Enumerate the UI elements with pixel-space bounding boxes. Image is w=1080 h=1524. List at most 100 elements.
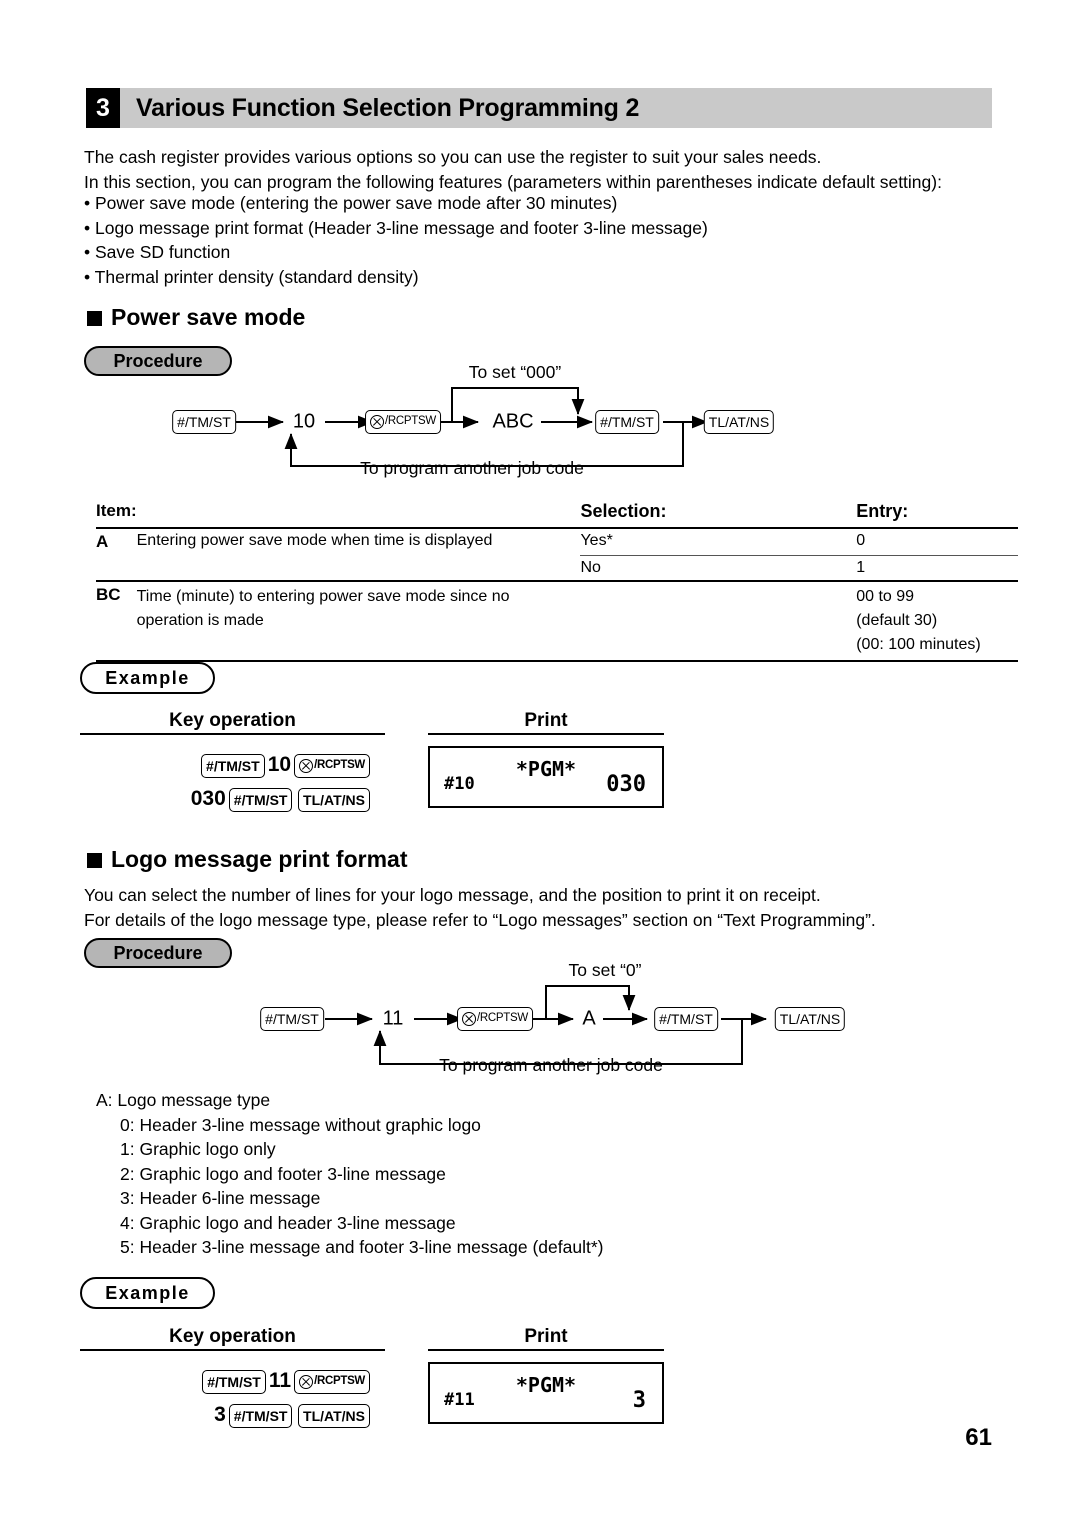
cell-item-blank — [96, 555, 137, 581]
cell-desc-bc: Time (minute) to entering power save mod… — [136, 587, 510, 629]
keycap-rcptsw: /RCPTSW — [365, 410, 441, 434]
key-number: 10 — [267, 753, 292, 776]
keycap-tmst: #/TM/ST — [201, 753, 265, 778]
keycap-tmst: #/TM/ST — [654, 1007, 718, 1031]
table-header-row: Item: Selection: Entry: — [96, 498, 1018, 528]
key-number: 030 — [190, 787, 226, 810]
example-badge-logo-message: Example — [80, 1277, 215, 1309]
flow-key-tlatns-2: TL/AT/NS — [774, 1007, 846, 1031]
flow-key-tmst-1: #/TM/ST — [172, 410, 236, 434]
key-operation-sequence-1: #/TM/ST 10/RCPTSW 030 #/TM/ST TL/AT/NS — [80, 748, 370, 816]
receipt-job-code: #11 — [444, 1390, 475, 1410]
cell-desc-blank — [137, 555, 581, 581]
logo-message-type-list: A: Logo message type 0: Header 3-line me… — [96, 1088, 603, 1260]
keycap-rcptsw-label: /RCPTSW — [385, 415, 436, 428]
rule-key-operation-1 — [80, 733, 385, 735]
cell-selection-yes: Yes* — [580, 528, 857, 556]
document-page: 3 Various Function Selection Programming… — [0, 0, 1080, 1524]
rule-print-1 — [428, 733, 664, 735]
keycap-rcptsw-label: /RCPTSW — [314, 758, 365, 771]
key-operation-sequence-2: #/TM/ST 11/RCPTSW 3 #/TM/ST TL/AT/NS — [80, 1364, 370, 1432]
th-desc — [137, 498, 581, 528]
keycap-tmst: #/TM/ST — [202, 1369, 266, 1394]
keycap-rcptsw: /RCPTSW — [457, 1007, 533, 1031]
flow-key-tlatns-1: TL/AT/NS — [703, 410, 775, 434]
flow-caption-to-set-000: To set “000” — [468, 362, 562, 382]
key-operation-line-2: 3 #/TM/ST TL/AT/NS — [80, 1398, 370, 1432]
keycap-tlatns: TL/AT/NS — [298, 1403, 370, 1428]
flow-key-tmst-4: #/TM/ST — [654, 1007, 718, 1031]
example-badge-label: Example — [105, 1282, 190, 1303]
keycap-rcptsw-label: /RCPTSW — [314, 1374, 365, 1387]
cell-item-bc: BC — [96, 584, 121, 604]
cell-desc-a: Entering power save mode when time is di… — [136, 532, 493, 549]
entry-default: (default 30) — [856, 611, 938, 629]
flow-caption-program-another-1: To program another job code — [360, 458, 584, 478]
logo-desc-line-2: For details of the logo message type, pl… — [84, 910, 876, 930]
cell-entry-0: 0 — [856, 528, 1018, 556]
example-badge-label: Example — [105, 667, 190, 688]
th-selection: Selection: — [580, 501, 667, 521]
keycap-tlatns: TL/AT/NS — [774, 1007, 846, 1031]
keycap-tmst: #/TM/ST — [228, 1403, 293, 1428]
col-header-print-2: Print — [524, 1326, 568, 1347]
circled-x-icon — [299, 1374, 314, 1389]
print-receipt-1: *PGM* #10 030 — [428, 746, 664, 808]
type-option: 3: Header 6-line message — [120, 1188, 321, 1208]
circled-x-icon — [370, 415, 385, 429]
flow-key-rcptsw-2: /RCPTSW — [457, 1007, 533, 1031]
entry-note: (00: 100 minutes) — [856, 635, 981, 653]
logo-desc-line-1: You can select the number of lines for y… — [84, 885, 821, 905]
key-number: 11 — [268, 1369, 292, 1392]
page-number: 61 — [965, 1424, 992, 1451]
col-header-key-operation-1: Key operation — [169, 710, 296, 731]
circled-x-icon — [462, 1012, 477, 1026]
keycap-tlatns: TL/AT/NS — [703, 410, 775, 434]
receipt-value: 030 — [606, 772, 646, 797]
rule-print-2 — [428, 1349, 664, 1351]
heading-logo-message-print-format: Logo message print format — [87, 846, 407, 873]
type-list-lead: A: Logo message type — [96, 1090, 271, 1110]
flow-key-tmst-3: #/TM/ST — [260, 1007, 324, 1031]
flow-jobcode-11: 11 — [382, 1007, 404, 1030]
keycap-tmst: #/TM/ST — [260, 1007, 324, 1031]
flow-param-a: A — [582, 1007, 596, 1030]
entry-range: 00 to 99 — [856, 587, 915, 605]
cell-selection-no: No — [580, 558, 601, 576]
flow-key-rcptsw-1: /RCPTSW — [365, 410, 441, 434]
flow-key-tmst-2: #/TM/ST — [595, 410, 659, 434]
key-number: 3 — [214, 1403, 226, 1426]
key-operation-line-1: #/TM/ST 11/RCPTSW — [80, 1364, 370, 1398]
keycap-tmst: #/TM/ST — [228, 787, 293, 812]
table-row: BC Time (minute) to entering power save … — [96, 581, 1018, 661]
cell-selection-bc — [580, 581, 856, 661]
type-option: 0: Header 3-line message without graphic… — [120, 1114, 481, 1135]
keycap-rcptsw: /RCPTSW — [294, 753, 370, 778]
example-badge-power-save: Example — [80, 662, 215, 694]
receipt-job-code: #10 — [444, 774, 475, 794]
type-option: 5: Header 3-line message and footer 3-li… — [120, 1237, 604, 1257]
col-header-key-operation-2: Key operation — [169, 1326, 296, 1347]
heading-text: Logo message print format — [111, 846, 408, 872]
print-receipt-2: *PGM* #11 3 — [428, 1362, 664, 1424]
type-option: 2: Graphic logo and footer 3-line messag… — [120, 1163, 446, 1184]
table-row: No 1 — [96, 555, 1018, 581]
keycap-rcptsw-label: /RCPTSW — [477, 1012, 528, 1025]
type-option: 1: Graphic logo only — [120, 1139, 276, 1159]
keycap-tmst: #/TM/ST — [172, 410, 236, 434]
key-operation-line-1: #/TM/ST 10/RCPTSW — [80, 748, 370, 782]
rule-key-operation-2 — [80, 1349, 385, 1351]
receipt-value: 3 — [632, 1388, 646, 1413]
th-entry: Entry: — [856, 501, 909, 521]
keycap-rcptsw: /RCPTSW — [294, 1369, 370, 1394]
type-option: 4: Graphic logo and header 3-line messag… — [120, 1212, 456, 1233]
table-row: A Entering power save mode when time is … — [96, 528, 1018, 556]
flow-caption-program-another-2: To program another job code — [439, 1055, 663, 1075]
cell-item-a: A — [96, 532, 109, 551]
power-save-item-table: Item: Selection: Entry: A Entering power… — [96, 498, 1018, 662]
square-bullet-icon — [87, 853, 102, 868]
col-header-print-1: Print — [524, 710, 568, 731]
flow-jobcode-10: 10 — [292, 410, 316, 433]
circled-x-icon — [299, 758, 314, 773]
th-item: Item: — [96, 501, 137, 520]
